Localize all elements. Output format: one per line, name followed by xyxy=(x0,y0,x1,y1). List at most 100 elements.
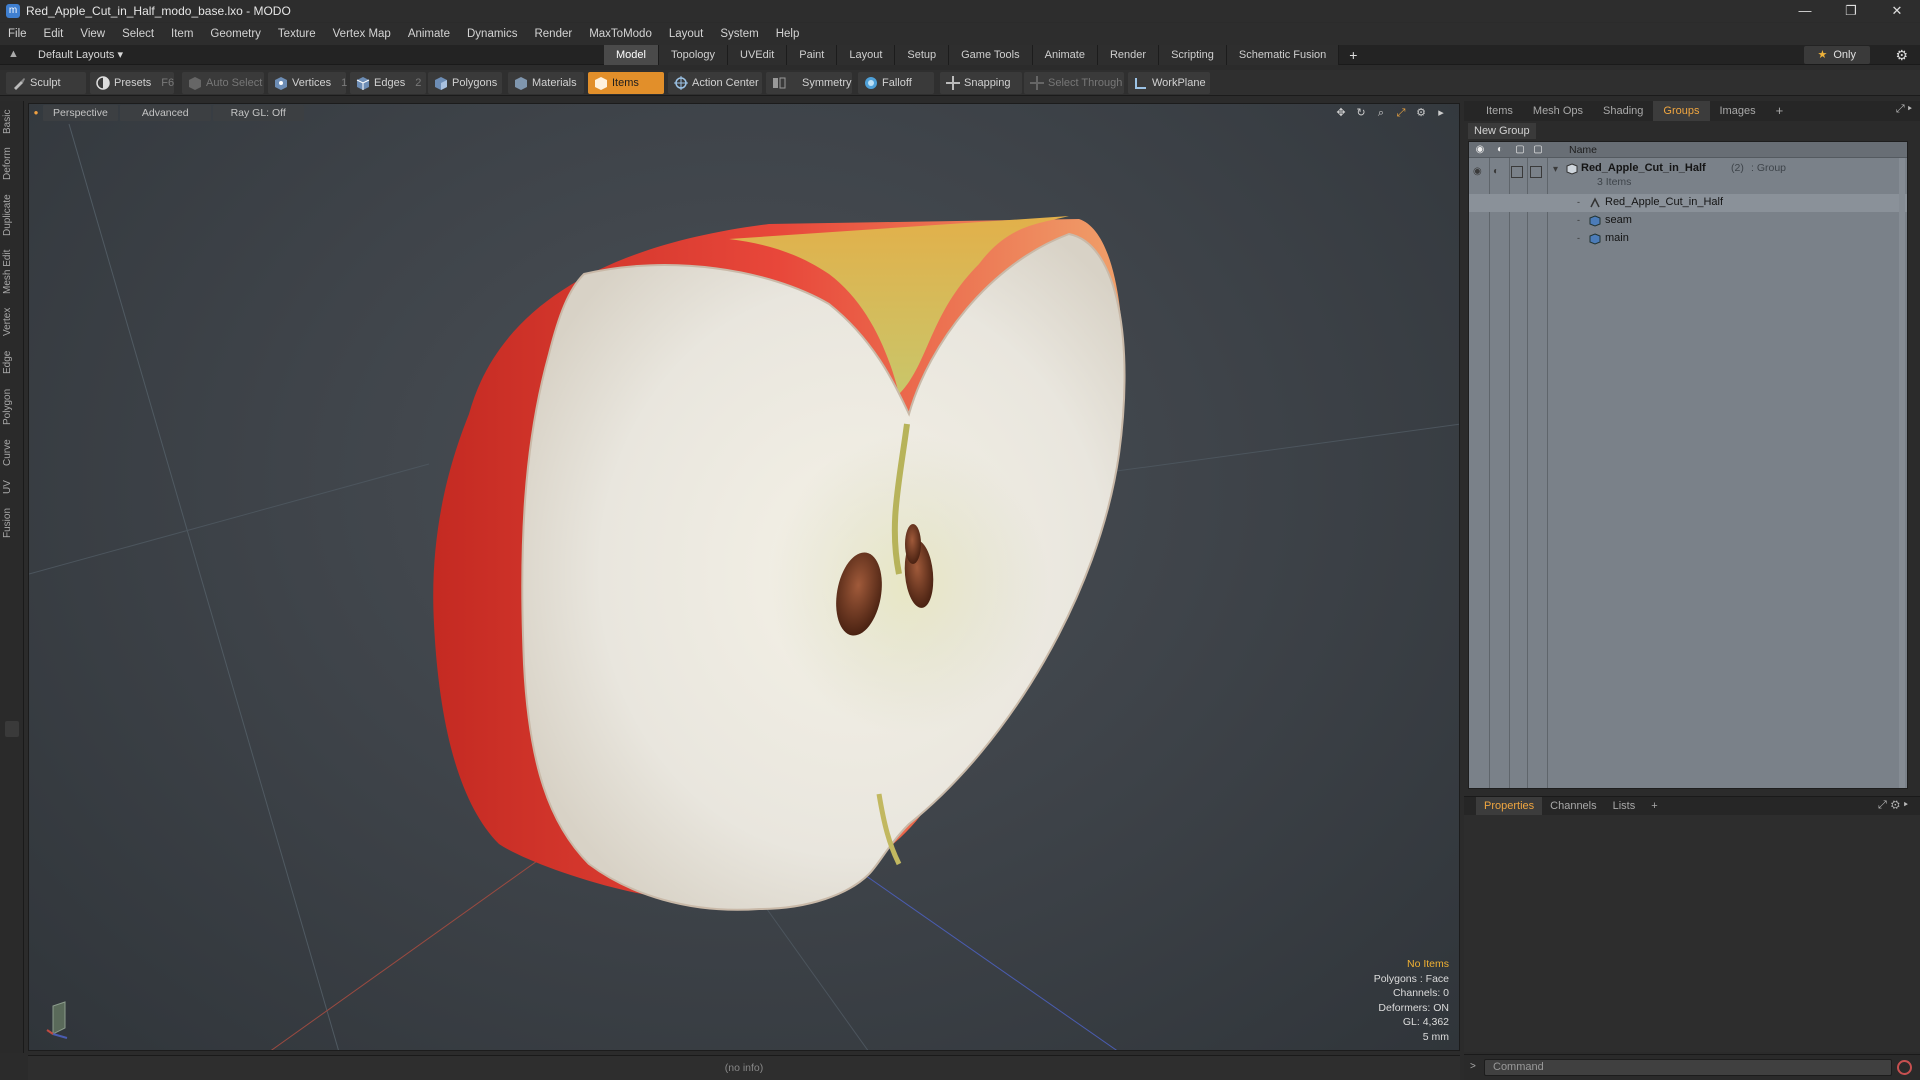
polygons-button[interactable]: Polygons xyxy=(428,72,502,94)
snapping-button[interactable]: Snapping xyxy=(940,72,1022,94)
zoom-icon[interactable]: ⌕ xyxy=(1371,105,1391,121)
vtab-fusion[interactable]: Fusion xyxy=(2,503,22,543)
collapse-arrow-icon[interactable]: ▾ xyxy=(1553,164,1565,176)
materials-button[interactable]: Materials xyxy=(508,72,584,94)
vertices-button[interactable]: Vertices 1 xyxy=(268,72,347,94)
groups-scrollbar[interactable] xyxy=(1899,158,1905,788)
viewport-settings-icon[interactable]: ⚙ xyxy=(1411,105,1431,121)
viewport-expand-icon[interactable]: ▸ xyxy=(1431,105,1451,121)
panel-expand-icon[interactable]: ⤢ ▸ xyxy=(1896,103,1912,116)
tab-render[interactable]: Render xyxy=(1097,45,1160,65)
menu-help[interactable]: Help xyxy=(776,28,800,40)
render-toggle-icon[interactable]: ◐ xyxy=(1493,166,1505,178)
fit-icon[interactable]: ⤢ xyxy=(1391,105,1411,121)
tab-animate[interactable]: Animate xyxy=(1032,45,1098,65)
auto-select-button[interactable]: Auto Select xyxy=(182,72,264,94)
tab-lists[interactable]: Lists xyxy=(1605,797,1644,815)
vtab-basic[interactable]: Basic xyxy=(2,105,22,139)
close-button[interactable]: ✕ xyxy=(1874,0,1920,22)
tab-model[interactable]: Model xyxy=(604,45,659,65)
symmetry-button[interactable]: Symmetry xyxy=(766,72,852,94)
lock-toggle[interactable] xyxy=(1511,166,1523,178)
tab-images[interactable]: Images xyxy=(1710,101,1766,121)
tab-paint[interactable]: Paint xyxy=(787,45,838,65)
falloff-button[interactable]: Falloff xyxy=(858,72,934,94)
groups-list[interactable]: ◉ ◐ ▢ ▢ Name ◉ ◐ ▾ Red_Apple_Cut_in_Half… xyxy=(1468,141,1908,789)
vtab-deform[interactable]: Deform xyxy=(2,143,22,185)
tab-layout[interactable]: Layout xyxy=(837,45,896,65)
menu-texture[interactable]: Texture xyxy=(278,28,316,40)
vtab-duplicate[interactable]: Duplicate xyxy=(2,189,22,241)
select-toggle[interactable] xyxy=(1530,166,1542,178)
menu-view[interactable]: View xyxy=(80,28,105,40)
menu-geometry[interactable]: Geometry xyxy=(210,28,261,40)
action-center-button[interactable]: Action Center xyxy=(668,72,762,94)
workplane-button[interactable]: WorkPlane xyxy=(1128,72,1210,94)
menu-layout[interactable]: Layout xyxy=(669,28,704,40)
pan-icon[interactable]: ✥ xyxy=(1331,105,1351,121)
command-history-arrow-icon[interactable]: > xyxy=(1470,1061,1476,1072)
view-mode-button[interactable]: Perspective xyxy=(43,105,118,121)
menu-maxtomodo[interactable]: MaxToModo xyxy=(589,28,652,40)
select-through-button[interactable]: Select Through xyxy=(1024,72,1124,94)
group-row[interactable]: ◉ ◐ ▾ Red_Apple_Cut_in_Half (2) : Group … xyxy=(1469,160,1907,190)
tab-groups[interactable]: Groups xyxy=(1653,101,1710,121)
restore-button[interactable]: ❐ xyxy=(1828,0,1874,22)
group-child-row[interactable]: - seam xyxy=(1469,212,1907,230)
gear-icon[interactable]: ⚙ xyxy=(1895,47,1908,64)
lock-column-icon[interactable]: ▢ xyxy=(1513,144,1527,156)
tab-mesh-ops[interactable]: Mesh Ops xyxy=(1523,101,1593,121)
sculpt-button[interactable]: Sculpt xyxy=(6,72,86,94)
menu-vertex-map[interactable]: Vertex Map xyxy=(333,28,391,40)
group-child-row[interactable]: - Red_Apple_Cut_in_Half xyxy=(1469,194,1907,212)
vtab-polygon[interactable]: Polygon xyxy=(2,383,22,431)
minimize-button[interactable]: — xyxy=(1782,0,1828,22)
items-button[interactable]: Items xyxy=(588,72,664,94)
tab-scripting[interactable]: Scripting xyxy=(1159,45,1227,65)
properties-panel-icons[interactable]: ⤢⚙▸ xyxy=(1878,799,1912,812)
select-column-icon[interactable]: ▢ xyxy=(1531,144,1545,156)
name-column-header[interactable]: Name xyxy=(1569,144,1597,156)
menu-dynamics[interactable]: Dynamics xyxy=(467,28,517,40)
group-child-row[interactable]: - main xyxy=(1469,230,1907,248)
add-panel-tab-button[interactable]: + xyxy=(1766,101,1794,121)
menu-file[interactable]: File xyxy=(8,28,27,40)
menu-edit[interactable]: Edit xyxy=(44,28,64,40)
command-input[interactable]: Command xyxy=(1484,1059,1892,1076)
layout-collapse-icon[interactable]: ▲ xyxy=(8,48,22,62)
rotate-icon[interactable]: ↻ xyxy=(1351,105,1371,121)
menu-animate[interactable]: Animate xyxy=(408,28,450,40)
tab-channels[interactable]: Channels xyxy=(1542,797,1604,815)
edges-button[interactable]: Edges 2 xyxy=(350,72,426,94)
tab-uvedit[interactable]: UVEdit xyxy=(728,45,788,65)
render-column-icon[interactable]: ◐ xyxy=(1493,144,1507,156)
tab-schematic-fusion[interactable]: Schematic Fusion xyxy=(1226,45,1340,65)
vtab-uv[interactable]: UV xyxy=(2,475,22,499)
left-panel-toggle[interactable] xyxy=(5,721,19,737)
tab-items[interactable]: Items xyxy=(1476,101,1523,121)
add-tab-button[interactable]: + xyxy=(1339,45,1367,65)
tab-setup[interactable]: Setup xyxy=(895,45,950,65)
visibility-column-icon[interactable]: ◉ xyxy=(1473,144,1487,156)
3d-viewport[interactable]: ● Perspective Advanced Ray GL: Off ✥ ↻ ⌕… xyxy=(28,103,1460,1051)
new-group-button[interactable]: New Group xyxy=(1468,123,1536,139)
tab-topology[interactable]: Topology xyxy=(658,45,729,65)
vtab-mesh-edit[interactable]: Mesh Edit xyxy=(2,245,22,299)
tab-shading[interactable]: Shading xyxy=(1593,101,1653,121)
vtab-curve[interactable]: Curve xyxy=(2,435,22,471)
raygl-button[interactable]: Ray GL: Off xyxy=(212,105,304,121)
eye-icon[interactable]: ◉ xyxy=(1473,166,1485,178)
menu-system[interactable]: System xyxy=(720,28,758,40)
command-record-icon[interactable] xyxy=(1897,1060,1912,1075)
menu-select[interactable]: Select xyxy=(122,28,154,40)
shading-mode-button[interactable]: Advanced xyxy=(119,105,211,121)
only-button[interactable]: ★ Only xyxy=(1803,46,1870,64)
presets-button[interactable]: Presets F6 xyxy=(90,72,174,94)
default-layouts-dropdown[interactable]: Default Layouts ▾ xyxy=(38,48,123,61)
viewport-menu-dot[interactable]: ● xyxy=(29,105,43,121)
vtab-edge[interactable]: Edge xyxy=(2,345,22,379)
add-properties-tab-button[interactable]: + xyxy=(1643,797,1665,815)
tab-game-tools[interactable]: Game Tools xyxy=(949,45,1033,65)
vtab-vertex[interactable]: Vertex xyxy=(2,303,22,341)
tab-properties[interactable]: Properties xyxy=(1476,797,1543,815)
